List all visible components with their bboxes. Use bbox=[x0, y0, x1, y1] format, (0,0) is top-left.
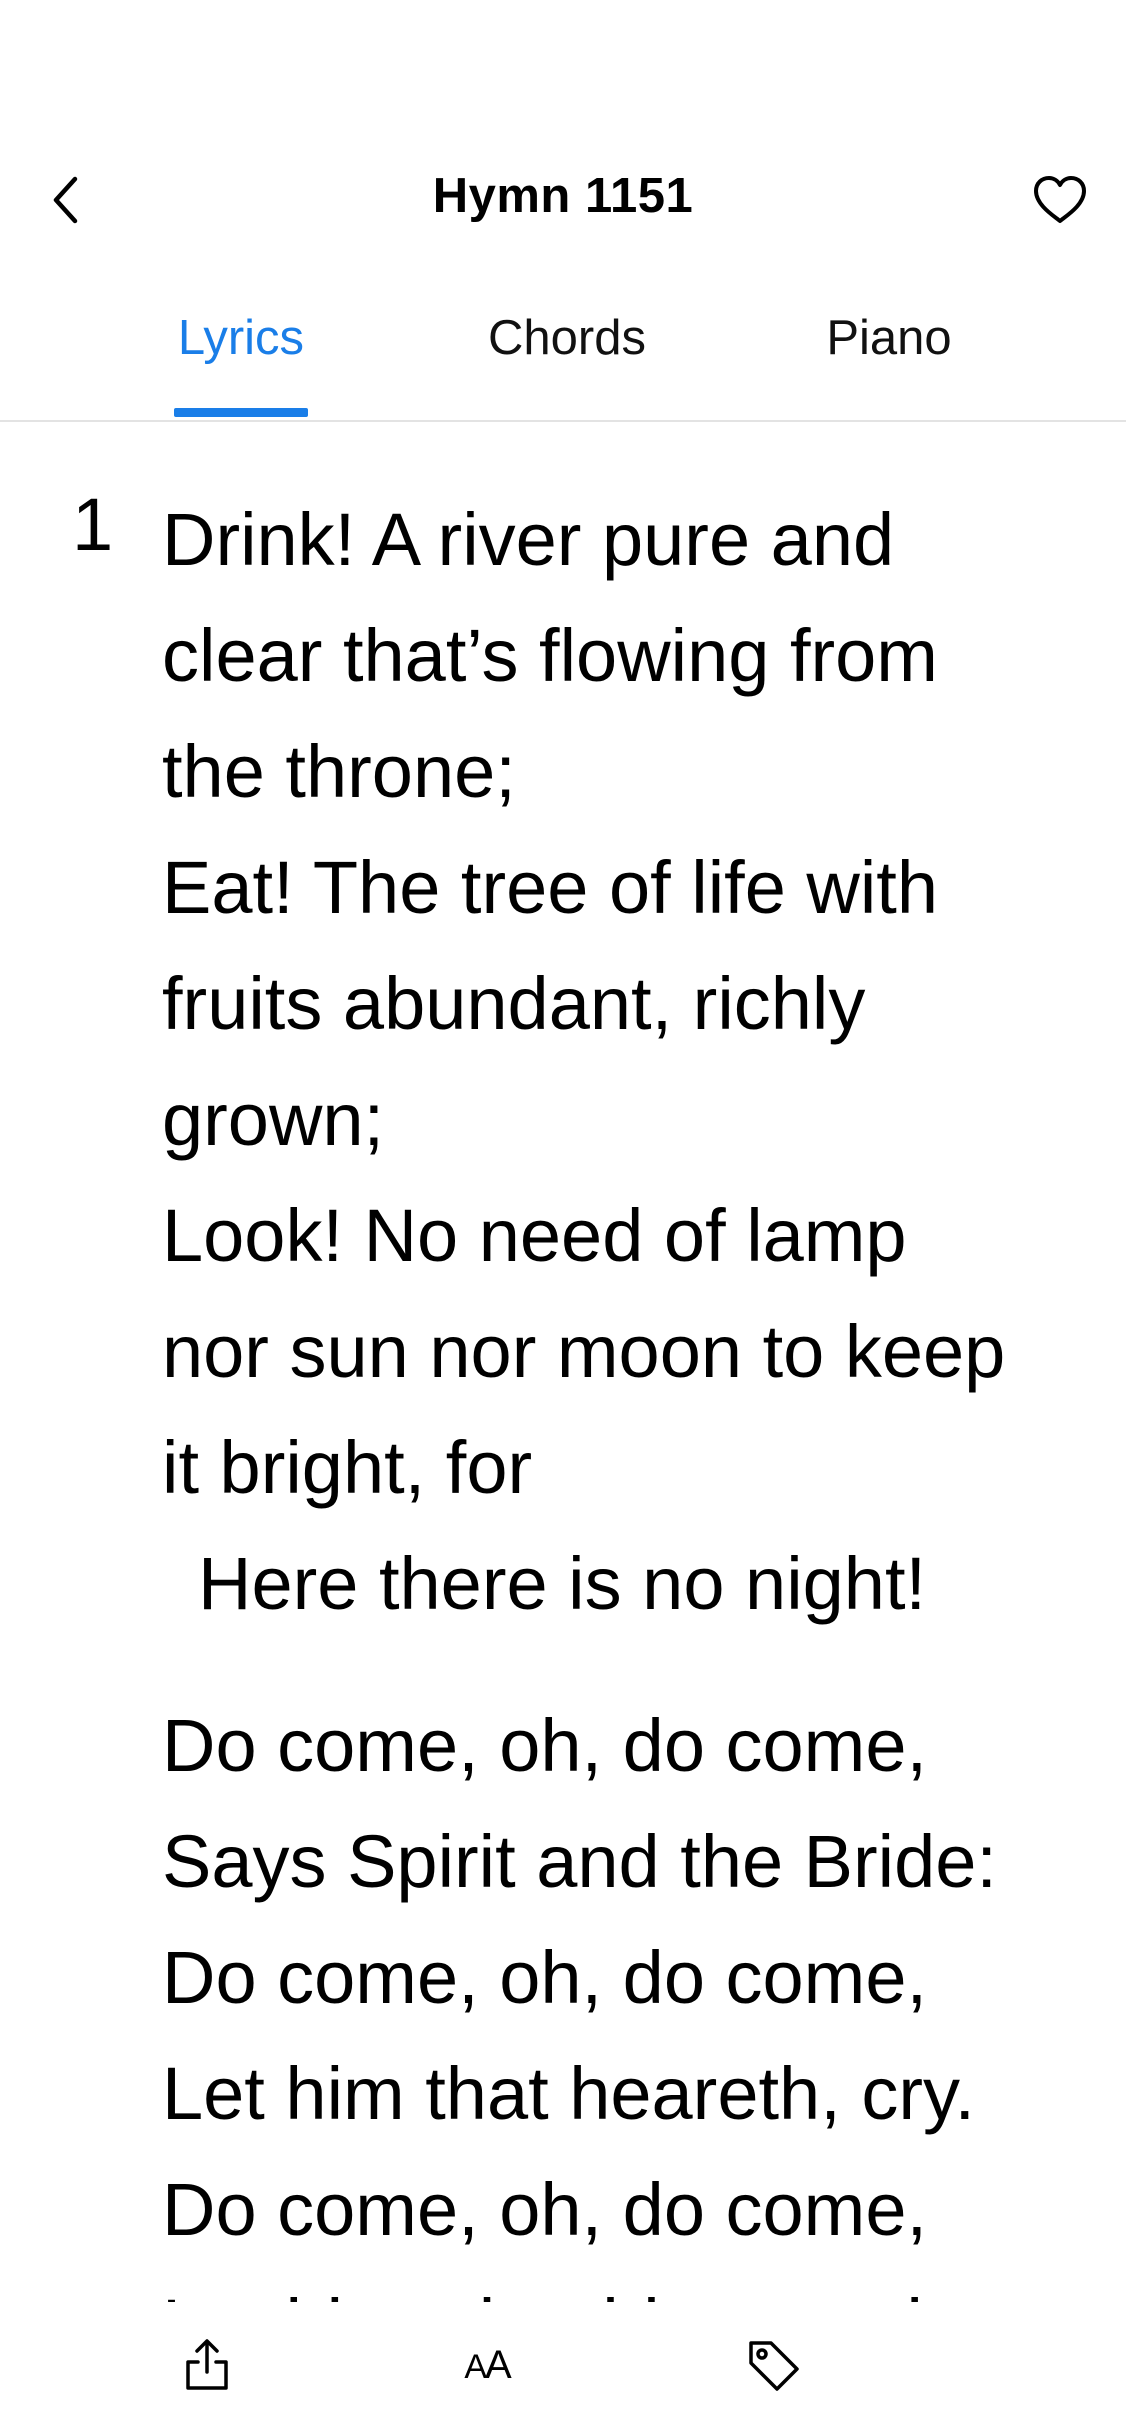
heart-outline-icon bbox=[1034, 176, 1086, 223]
verse-number: 1 bbox=[72, 483, 114, 566]
lyric-line: Drink! A river pure and bbox=[162, 498, 895, 581]
font-size-icon: AA bbox=[464, 2342, 511, 2387]
lyric-line: it bright, for bbox=[162, 1426, 533, 1509]
lyric-line: nor sun nor moon to keep bbox=[162, 1310, 1006, 1393]
chorus-line: Do come, oh, do come, bbox=[162, 1936, 928, 2019]
active-tab-indicator bbox=[174, 408, 308, 417]
nav-header: Hymn 1151 bbox=[0, 140, 1126, 260]
lyric-line: Look! No need of lamp bbox=[162, 1194, 907, 1277]
lyric-line: Eat! The tree of life with bbox=[162, 846, 939, 929]
chorus-line: Do come, oh, do come, bbox=[162, 1704, 928, 1787]
tag-icon bbox=[749, 2341, 799, 2391]
lyric-line: grown; bbox=[162, 1078, 385, 1161]
lyric-line: fruits abundant, richly bbox=[162, 962, 866, 1045]
font-size-button[interactable]: AA bbox=[452, 2330, 522, 2400]
share-icon bbox=[186, 2339, 228, 2390]
chorus-line: Says Spirit and the Bride: bbox=[162, 1820, 997, 1903]
share-button[interactable] bbox=[172, 2330, 242, 2400]
tag-button[interactable] bbox=[738, 2330, 808, 2400]
lyrics-content[interactable]: 1 Drink! A river pure and clear that’s f… bbox=[0, 440, 1126, 2302]
lyrics-lines: Drink! A river pure and clear that’s flo… bbox=[162, 482, 1112, 2302]
lyric-line: Here there is no night! bbox=[198, 1542, 927, 1625]
lyric-line: clear that’s flowing from bbox=[162, 614, 938, 697]
chorus-line: Let him who thirsts and bbox=[162, 2268, 1112, 2302]
tab-lyrics[interactable]: Lyrics bbox=[174, 310, 308, 366]
chorus-block: Do come, oh, do come, Says Spirit and th… bbox=[162, 1688, 1112, 2302]
chorus-line: Let him that heareth, cry. bbox=[162, 2052, 976, 2135]
lyric-line: the throne; bbox=[162, 730, 516, 813]
favorite-button[interactable] bbox=[1028, 168, 1092, 232]
verse-block: Drink! A river pure and clear that’s flo… bbox=[162, 482, 1112, 1642]
bottom-toolbar: AA bbox=[0, 2302, 1126, 2436]
page-title: Hymn 1151 bbox=[432, 169, 694, 223]
chorus-line: Do come, oh, do come, bbox=[162, 2168, 928, 2251]
tab-chords[interactable]: Chords bbox=[474, 310, 660, 366]
tab-bar: Lyrics Chords Piano bbox=[0, 290, 1126, 422]
tab-piano[interactable]: Piano bbox=[818, 310, 960, 366]
